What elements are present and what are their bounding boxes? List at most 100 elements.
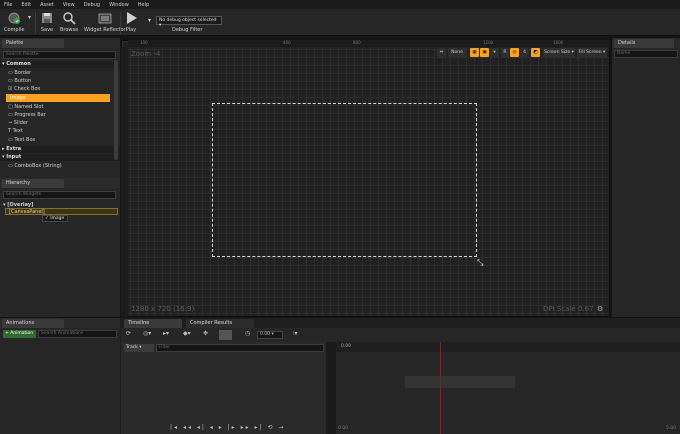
palette-item-image[interactable]: Image: [6, 94, 110, 102]
refresh-icon[interactable]: ⟳: [126, 330, 131, 337]
save-icon: [42, 13, 52, 23]
transport-controls[interactable]: |◂ ◂◂ ◂| ◂ ▸ |▸ ▸▸ ▸| ⟲ →: [170, 424, 285, 431]
add-track-button[interactable]: Track ▾: [124, 344, 154, 352]
animations-panel: Animations + Animation Search Animations: [0, 318, 120, 434]
palette-item-text-box[interactable]: ▭ Text Box: [8, 136, 35, 144]
menu-asset[interactable]: Asset: [40, 2, 54, 8]
hierarchy-tab-label: Hierarchy: [6, 180, 31, 186]
debug-filter-label: Debug Filter: [172, 27, 203, 33]
category-extra[interactable]: ▸ Extra: [0, 146, 120, 153]
animations-tab[interactable]: Animations: [2, 319, 64, 328]
clock-icon[interactable]: ◷: [245, 330, 250, 337]
category-common[interactable]: ▾ Common: [0, 61, 120, 68]
palette-item-combobox-string[interactable]: ▭ ComboBox (String): [8, 162, 62, 170]
playhead-line[interactable]: [440, 342, 441, 434]
loop-icon[interactable]: ◎▾: [143, 330, 151, 337]
browse-button[interactable]: Browse: [60, 11, 78, 33]
track-splitter[interactable]: [326, 342, 336, 434]
palette-item-border[interactable]: ▭ Border: [8, 69, 31, 77]
category-input[interactable]: ▾ Input: [0, 154, 120, 161]
compile-options-arrow[interactable]: ▾: [28, 14, 31, 21]
animations-tab-label: Animations: [6, 320, 35, 326]
end-time-label: 5.00: [666, 426, 677, 431]
save-label: Save: [40, 27, 54, 33]
play-button[interactable]: Play: [124, 11, 138, 33]
track-list: [121, 342, 326, 434]
time-input[interactable]: 0.00 ▾: [257, 331, 283, 339]
hierarchy-panel: Hierarchy Search Widgets ▾ [Overlay] [Ca…: [0, 178, 120, 317]
hierarchy-row-canvas-panel[interactable]: [CanvasPanel]: [5, 208, 118, 215]
screen-size-dropdown[interactable]: Screen Size ▾: [543, 48, 575, 57]
palette-tab-label: Palette: [6, 40, 24, 46]
animations-search-input[interactable]: Search Animations: [38, 330, 117, 338]
palette-item-button[interactable]: ▭ Button: [8, 77, 31, 85]
resize-handle-icon[interactable]: ⤡: [477, 258, 483, 268]
palette-item-text[interactable]: T Text: [8, 127, 23, 135]
snap-icon[interactable]: ⫶▾: [293, 330, 298, 338]
browse-label: Browse: [60, 27, 79, 33]
timeline-track-area[interactable]: [336, 342, 680, 434]
time-ruler: 0.00: [336, 342, 680, 352]
layout-icon[interactable]: ▣: [480, 48, 489, 57]
rotation-snap-icon[interactable]: ◎: [510, 48, 519, 57]
menu-debug[interactable]: Debug: [84, 2, 100, 8]
play-icon: [127, 12, 137, 24]
details-panel: Details Name: [612, 38, 680, 317]
palette-item-check-box[interactable]: ☑ Check Box: [8, 85, 40, 93]
hierarchy-tab[interactable]: Hierarchy: [2, 179, 64, 188]
palette-panel: Palette Search Palette ▾ Common ▭ Border…: [0, 38, 120, 178]
palette-item-slider[interactable]: ⊸ Slider: [8, 119, 28, 127]
resolution-r-button[interactable]: R: [501, 48, 509, 57]
drag-tooltip-image: ✓ Image: [42, 215, 68, 222]
play-speed-icon[interactable]: ▸▾: [163, 330, 169, 337]
menu-help[interactable]: Help: [138, 2, 149, 8]
compiler-results-tab[interactable]: Compiler Results: [186, 319, 254, 328]
details-name-input[interactable]: Name: [614, 50, 678, 58]
transform-icon[interactable]: ⇔: [437, 48, 446, 57]
snap-four-button[interactable]: 4: [520, 48, 529, 57]
ruler-top: 100 400 800 1200 1600: [128, 40, 610, 47]
play-label: Play: [125, 27, 137, 33]
palette-scrollbar[interactable]: [114, 60, 118, 160]
start-time-label: 0.00: [338, 426, 349, 431]
palette-search-input[interactable]: Search Palette: [3, 51, 116, 59]
add-animation-button[interactable]: + Animation: [3, 330, 36, 338]
details-tab[interactable]: Details: [614, 39, 674, 48]
compile-label: Compile: [4, 27, 25, 33]
menu-bar: File Edit Asset View Debug Window Help: [0, 0, 680, 9]
play-options-arrow[interactable]: ▾: [148, 17, 151, 24]
zoom-label: Zoom -4: [131, 50, 161, 58]
debug-object-value: No debug object selected: [159, 18, 217, 23]
none-dropdown[interactable]: None: [448, 48, 466, 57]
menu-file[interactable]: File: [4, 2, 12, 8]
snap-value-dropdown[interactable]: ▾: [490, 48, 499, 57]
dpi-scale-label: DPI Scale 0.67: [543, 305, 594, 313]
widget-reflector-icon: [98, 13, 112, 24]
scale-icon[interactable]: ◩: [531, 48, 540, 57]
color-swatch[interactable]: [219, 330, 232, 340]
key-icon[interactable]: ◆▾: [183, 330, 191, 337]
timeline-tab[interactable]: Timeline: [124, 319, 182, 328]
debug-object-select[interactable]: No debug object selected ▾: [156, 16, 222, 28]
palette-item-progress-bar[interactable]: ▭ Progress Bar: [8, 111, 46, 119]
compile-button[interactable]: Compile: [4, 11, 24, 33]
grid-snap-icon[interactable]: ▦: [470, 48, 479, 57]
ruler-left: [121, 47, 128, 317]
toolbar: Compile ▾ Save Browse Widget Reflector P…: [0, 9, 680, 36]
palette-item-named-slot[interactable]: ▢ Named Slot: [8, 103, 43, 111]
save-button[interactable]: Save: [40, 11, 54, 33]
menu-edit[interactable]: Edit: [21, 2, 31, 8]
hierarchy-search-input[interactable]: Search Widgets: [3, 191, 116, 199]
timeline-hint: [405, 376, 515, 388]
move-icon[interactable]: ✥: [203, 330, 208, 337]
resolution-label: 1280 x 720 (16:9): [131, 305, 195, 313]
menu-view[interactable]: View: [63, 2, 75, 8]
fill-screen-dropdown[interactable]: Fill Screen ▾: [577, 48, 607, 57]
dpi-settings-gear-icon[interactable]: ⚙: [597, 305, 603, 313]
magnifier-icon: [63, 12, 76, 25]
track-filter-input[interactable]: Filter: [156, 344, 324, 352]
canvas-bounds: [212, 103, 477, 257]
palette-tab[interactable]: Palette: [2, 39, 64, 48]
details-tab-label: Details: [618, 40, 636, 46]
menu-window[interactable]: Window: [109, 2, 129, 8]
